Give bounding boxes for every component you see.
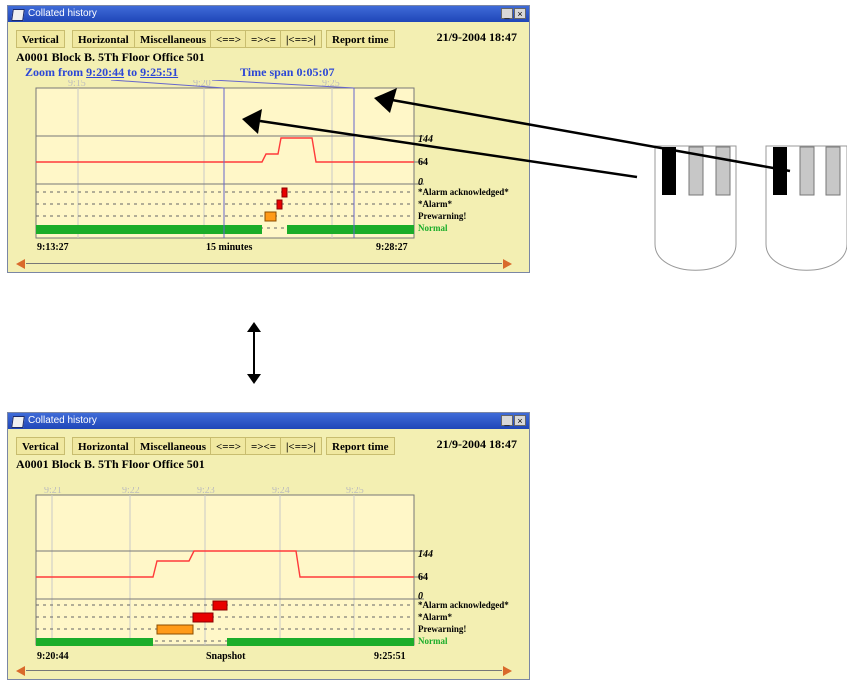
- horizontal-scrollbar[interactable]: [16, 665, 512, 677]
- scroll-track[interactable]: [26, 670, 502, 671]
- state-label-alarm: *Alarm*: [418, 612, 452, 622]
- horizontal-scrollbar[interactable]: [16, 258, 512, 270]
- tick-label: 9:25: [346, 487, 364, 496]
- date-time: 21/9-2004 18:47: [436, 30, 517, 44]
- scroll-track[interactable]: [26, 263, 502, 264]
- prewarning-marker: [156, 624, 194, 635]
- double-arrow-icon: [247, 322, 261, 384]
- close-button[interactable]: ×: [514, 415, 526, 426]
- vertical-button[interactable]: Vertical: [16, 437, 65, 455]
- tick-label: 9:24: [272, 487, 290, 496]
- zoom-separator: to: [124, 65, 141, 79]
- zoom-range-label: Zoom from 9:20:44 to 9:25:51: [25, 65, 178, 80]
- state-label-alarm-acknowledged: *Alarm acknowledged*: [418, 187, 509, 197]
- prewarning-marker: [264, 211, 277, 222]
- location-title: A0001 Block B. 5Th Floor Office 501: [16, 50, 205, 64]
- app-icon: [11, 9, 25, 21]
- close-button[interactable]: ×: [514, 8, 526, 19]
- tick-label: 9:23: [197, 487, 215, 496]
- y-label: 64: [418, 157, 428, 168]
- title-bar[interactable]: Collated history _ ×: [8, 6, 529, 22]
- date-time: 21/9-2004 18:47: [436, 437, 517, 451]
- contract-button[interactable]: =><=: [245, 30, 283, 48]
- normal-bar: [227, 638, 414, 646]
- mouse-icon: [654, 145, 737, 271]
- y-label: 144: [418, 134, 433, 145]
- minimize-button[interactable]: _: [501, 8, 513, 19]
- y-label: 64: [418, 572, 428, 583]
- horizontal-button[interactable]: Horizontal: [72, 437, 135, 455]
- scroll-left-arrow[interactable]: [16, 666, 25, 676]
- alarm-acknowledged-marker: [281, 187, 288, 198]
- window-title: Collated history: [28, 8, 97, 19]
- tick-label: 9:21: [44, 487, 62, 496]
- scroll-right-arrow[interactable]: [503, 259, 512, 269]
- mouse-icon: [765, 145, 847, 271]
- report-time-button[interactable]: Report time: [326, 437, 395, 455]
- end-time: 9:25:51: [374, 651, 406, 662]
- expand-button[interactable]: <==>: [210, 437, 248, 455]
- state-label-normal: Normal: [418, 223, 448, 233]
- vertical-button[interactable]: Vertical: [16, 30, 65, 48]
- title-bar[interactable]: Collated history _ ×: [8, 413, 529, 429]
- alarm-marker: [192, 612, 214, 623]
- range-label: 15 minutes: [206, 242, 253, 253]
- miscellaneous-button[interactable]: Miscellaneous: [134, 437, 212, 455]
- zoom-from-time[interactable]: 9:20:44: [86, 65, 124, 79]
- start-time: 9:13:27: [37, 242, 69, 253]
- window-title: Collated history: [28, 415, 97, 426]
- fit-range-button[interactable]: |<==>|: [280, 30, 322, 48]
- state-label-alarm: *Alarm*: [418, 199, 452, 209]
- state-label-prewarning: Prewarning!: [418, 624, 466, 634]
- minimize-button[interactable]: _: [501, 415, 513, 426]
- location-title: A0001 Block B. 5Th Floor Office 501: [16, 457, 205, 471]
- time-span-label: Time span 0:05:07: [240, 65, 335, 79]
- app-icon: [11, 416, 25, 428]
- expand-button[interactable]: <==>: [210, 30, 248, 48]
- fit-range-button[interactable]: |<==>|: [280, 437, 322, 455]
- miscellaneous-button[interactable]: Miscellaneous: [134, 30, 212, 48]
- collated-history-window-bottom: Collated history _ × Vertical Horizontal…: [7, 412, 530, 680]
- normal-bar: [287, 225, 414, 234]
- start-time: 9:20:44: [37, 651, 69, 662]
- tick-label: 9:25: [322, 80, 340, 89]
- alarm-acknowledged-marker: [212, 600, 228, 611]
- tick-label: 9:15: [68, 80, 86, 89]
- contract-button[interactable]: =><=: [245, 437, 283, 455]
- scroll-left-arrow[interactable]: [16, 259, 25, 269]
- history-plot-bottom[interactable]: 9:21 9:22 9:23 9:24 9:25 144 64 0 *Alarm…: [16, 487, 519, 663]
- state-label-alarm-acknowledged: *Alarm acknowledged*: [418, 600, 509, 610]
- history-plot-top[interactable]: 9:15 9:20 9:25 144 64 0 *Alarm acknowled…: [16, 80, 519, 256]
- state-label-prewarning: Prewarning!: [418, 211, 466, 221]
- tick-label: 9:22: [122, 487, 140, 496]
- state-label-normal: Normal: [418, 636, 448, 646]
- range-label: Snapshot: [206, 651, 246, 662]
- scroll-right-arrow[interactable]: [503, 666, 512, 676]
- collated-history-window-top: Collated history _ × Vertical Horizontal…: [7, 5, 530, 273]
- end-time: 9:28:27: [376, 242, 408, 253]
- horizontal-button[interactable]: Horizontal: [72, 30, 135, 48]
- normal-bar: [36, 225, 262, 234]
- report-time-button[interactable]: Report time: [326, 30, 395, 48]
- y-label: 144: [418, 549, 433, 560]
- normal-bar: [36, 638, 153, 646]
- alarm-marker: [276, 199, 283, 210]
- zoom-to-time[interactable]: 9:25:51: [140, 65, 178, 79]
- zoom-prefix: Zoom from: [25, 65, 87, 79]
- tick-label: 9:20: [193, 80, 211, 89]
- plot-area: [35, 494, 415, 646]
